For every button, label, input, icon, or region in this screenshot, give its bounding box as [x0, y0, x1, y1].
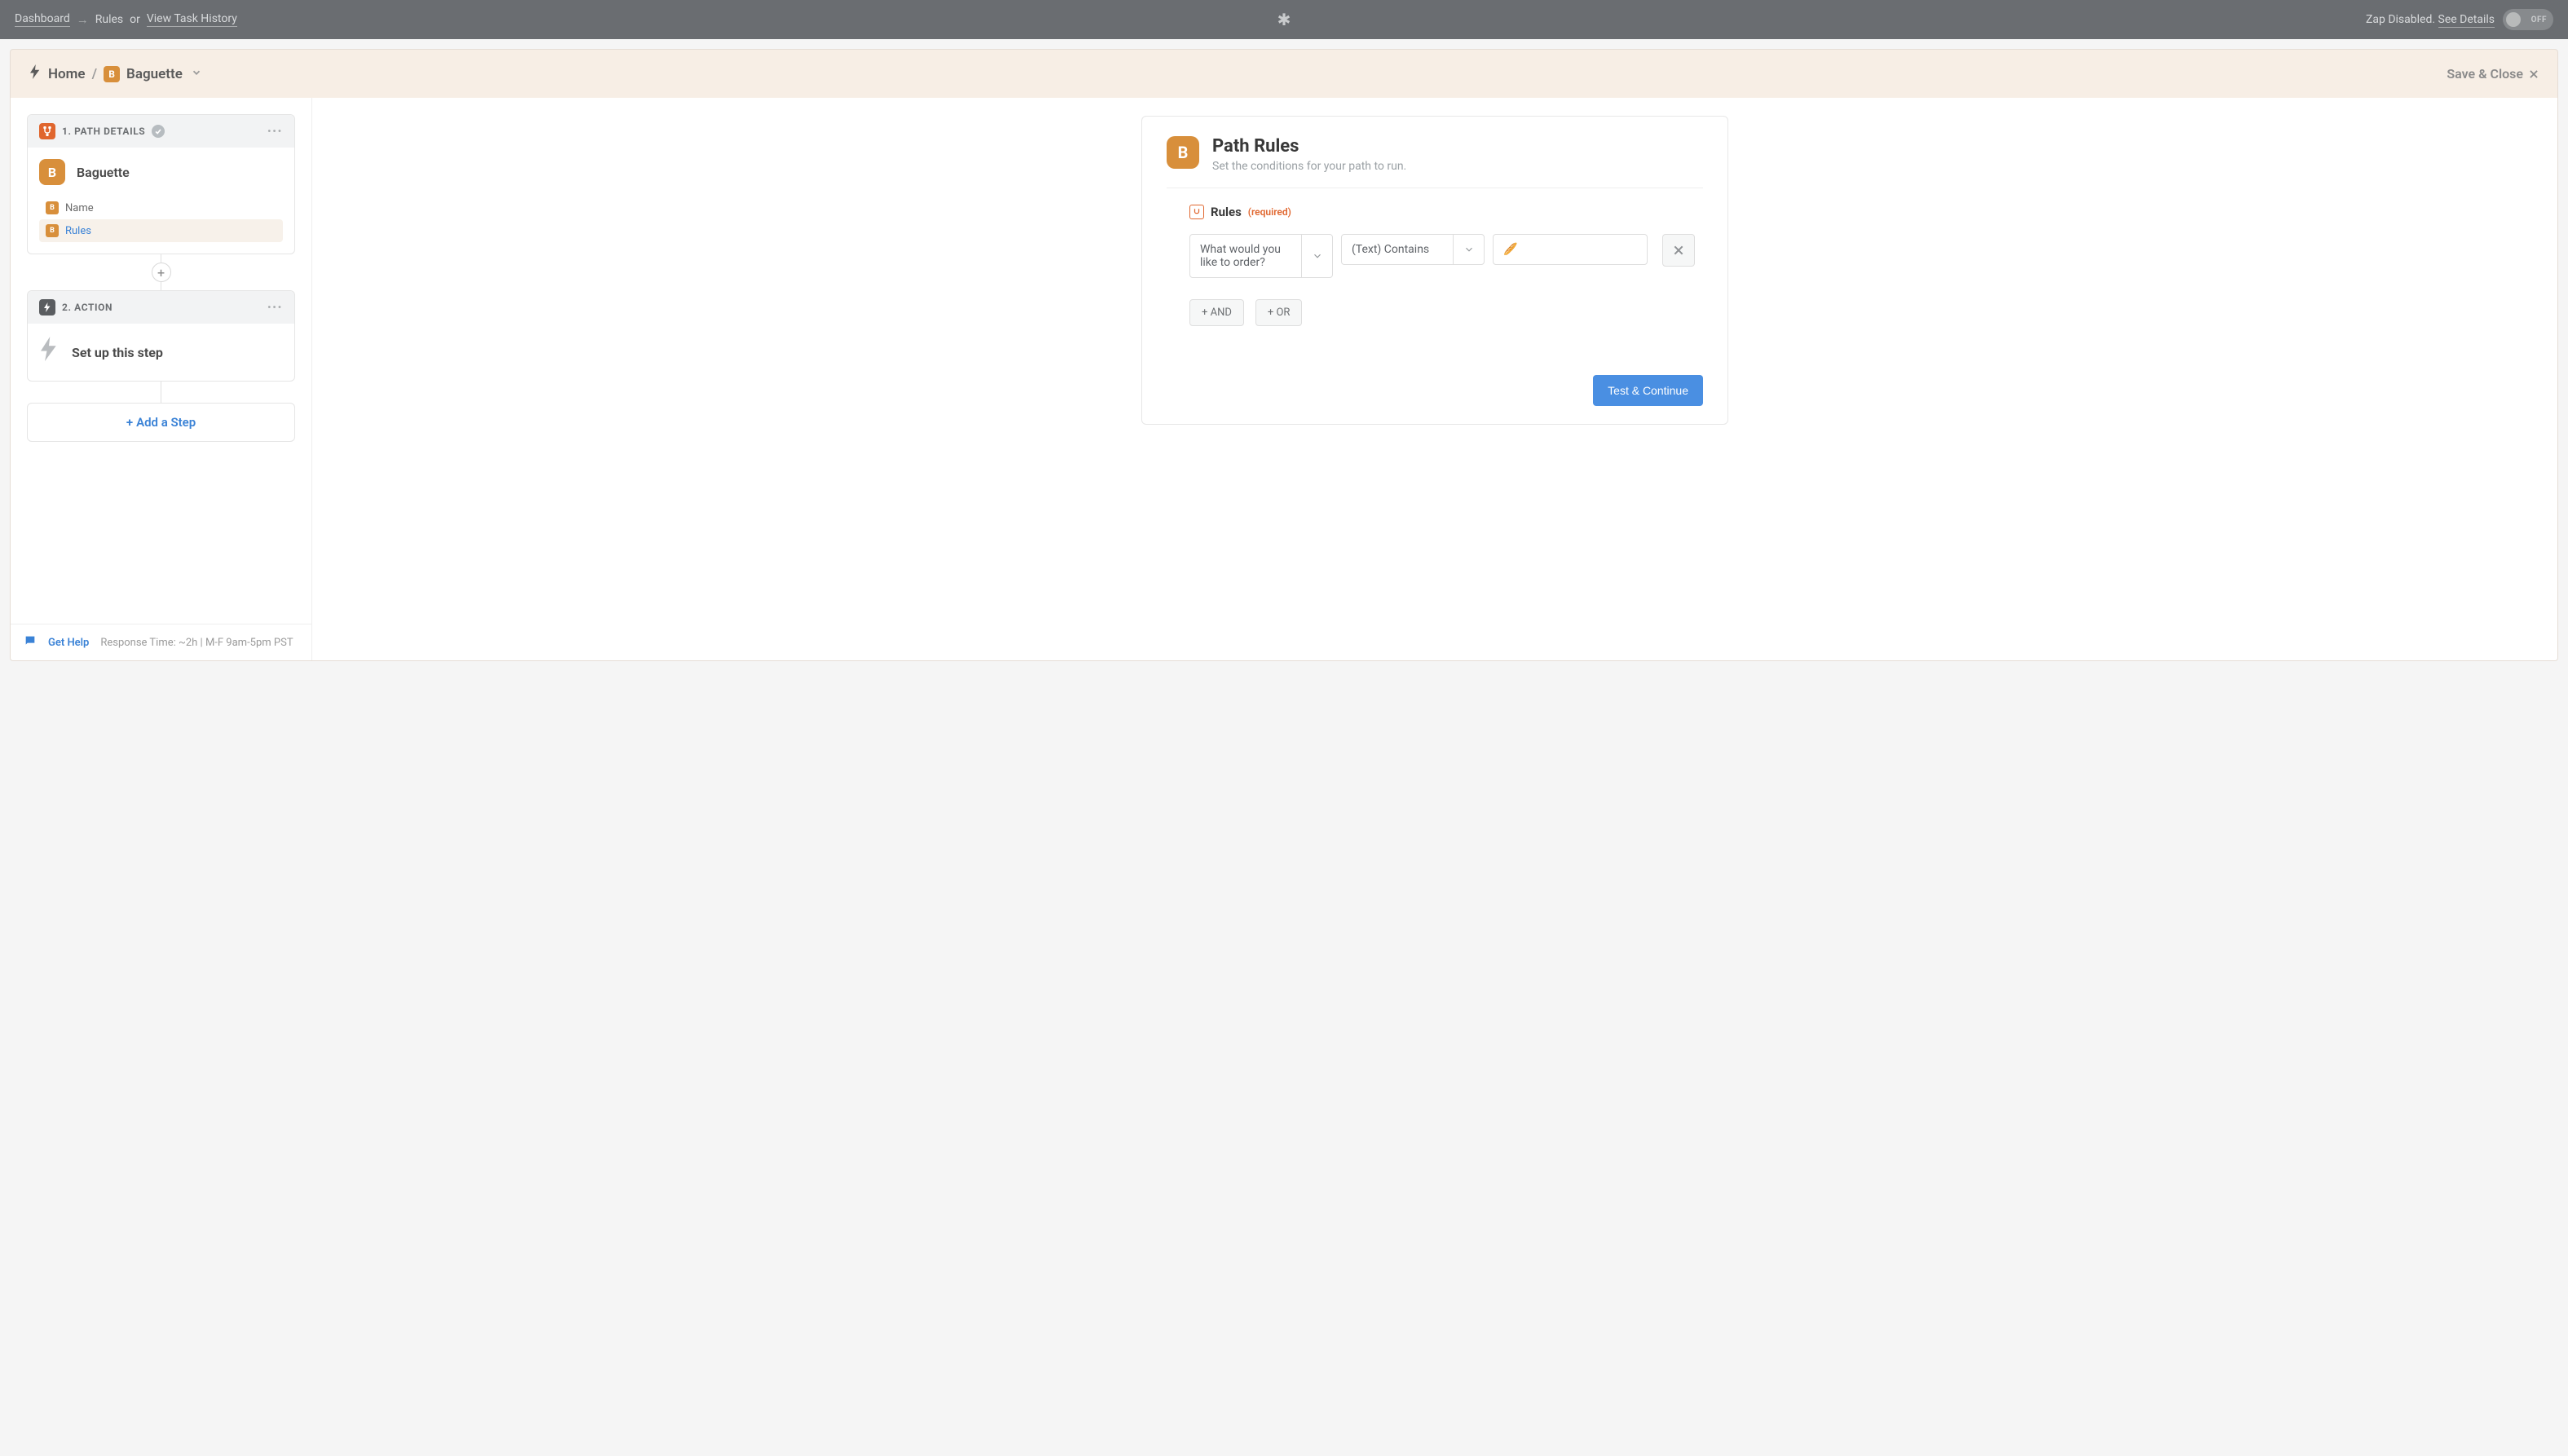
rule-condition-select[interactable]: (Text) Contains [1341, 234, 1485, 265]
breadcrumb-or: or [130, 13, 140, 26]
step-title: 1. PATH DETAILS [62, 126, 145, 137]
panel-header: B Path Rules Set the conditions for your… [1167, 136, 1703, 173]
step-path-details: 1. PATH DETAILS ••• B Baguette B [27, 114, 295, 254]
arrow-right-icon: → [77, 12, 89, 27]
rules-section-label: Rules (required) [1167, 205, 1703, 219]
logic-buttons: + AND + OR [1167, 299, 1703, 326]
bolt-icon [39, 299, 55, 315]
mini-badge: B [46, 224, 59, 237]
see-details-link[interactable]: See Details [2438, 13, 2495, 28]
path-substep-rules[interactable]: B Rules [39, 219, 283, 242]
rule-condition-value: (Text) Contains [1342, 235, 1453, 264]
get-help-link[interactable]: Get Help [48, 637, 89, 649]
sidebar: 1. PATH DETAILS ••• B Baguette B [11, 98, 312, 660]
test-continue-button[interactable]: Test & Continue [1593, 375, 1703, 406]
add-and-button[interactable]: + AND [1189, 299, 1244, 326]
mini-label: Name [65, 202, 94, 214]
path-badge: B [104, 66, 120, 82]
plus-icon: + [126, 415, 133, 430]
bolt-icon [39, 337, 59, 368]
sidebar-steps: 1. PATH DETAILS ••• B Baguette B [11, 98, 311, 624]
panel-subtitle: Set the conditions for your path to run. [1212, 160, 1406, 173]
toggle-label: OFF [2531, 15, 2547, 24]
path-b-badge: B [1167, 136, 1199, 169]
action-body[interactable]: Set up this step [28, 324, 294, 381]
rule-row: What would you like to order? (Text) Con… [1167, 234, 1703, 278]
step-action: 2. ACTION ••• Set up this step [27, 290, 295, 382]
topbar-right: Zap Disabled. See Details OFF [2366, 9, 2553, 30]
help-meta: Response Time: ~2h | M-F 9am-5pm PST [100, 637, 293, 649]
panel-title: Path Rules [1212, 136, 1406, 157]
mini-badge: B [46, 201, 59, 214]
add-step-button[interactable]: +Add a Step [27, 403, 295, 442]
chevron-down-icon[interactable] [1453, 235, 1484, 264]
chevron-down-icon[interactable] [1301, 235, 1332, 277]
path-name-row: B Baguette [39, 159, 283, 185]
path-icon [1189, 205, 1204, 219]
chat-icon [24, 634, 37, 651]
step-menu-icon[interactable]: ••• [267, 126, 283, 137]
add-or-button[interactable]: + OR [1255, 299, 1303, 326]
crumb-sep: / [92, 66, 97, 82]
breadcrumb-rules: Rules [95, 13, 123, 26]
help-bar: Get Help Response Time: ~2h | M-F 9am-5p… [11, 624, 311, 660]
editor-header: Home / B Baguette Save & Close [11, 50, 2557, 98]
close-icon [2528, 68, 2539, 80]
step-title: 2. ACTION [62, 302, 113, 313]
path-name[interactable]: Baguette [126, 66, 183, 82]
close-icon [1672, 244, 1685, 257]
insert-step-button[interactable]: + [152, 263, 171, 282]
rules-label: Rules [1211, 205, 1242, 219]
required-label: (required) [1248, 206, 1291, 218]
step-connector: + [27, 254, 295, 290]
dashboard-link[interactable]: Dashboard [15, 12, 70, 27]
breadcrumb: Home / B Baguette [29, 64, 202, 83]
editor-frame: Home / B Baguette Save & Close 1. PATH [10, 49, 2558, 661]
task-history-link[interactable]: View Task History [147, 12, 237, 27]
path-substep-name[interactable]: B Name [39, 196, 283, 219]
zap-enable-toggle[interactable]: OFF [2503, 9, 2553, 30]
toggle-knob [2506, 12, 2521, 27]
panel-footer: Test & Continue [1167, 375, 1703, 406]
top-bar: Dashboard → Rules or View Task History ✱… [0, 0, 2568, 39]
topbar-left: Dashboard → Rules or View Task History [15, 12, 237, 27]
main-area: B Path Rules Set the conditions for your… [312, 98, 2557, 660]
bolt-icon [29, 64, 42, 83]
step-connector [27, 382, 295, 403]
path-name-value: Baguette [77, 165, 130, 180]
rule-field-select[interactable]: What would you like to order? [1189, 234, 1333, 278]
rule-delete-button[interactable] [1662, 234, 1695, 267]
status-text: Zap Disabled. See Details [2366, 13, 2495, 26]
path-b-badge: B [39, 159, 65, 185]
check-circle-icon [152, 125, 165, 138]
step-menu-icon[interactable]: ••• [267, 302, 283, 313]
crumb-home[interactable]: Home [48, 66, 86, 82]
step-header[interactable]: 1. PATH DETAILS ••• [28, 115, 294, 148]
chevron-down-icon[interactable] [191, 67, 202, 82]
path-icon [39, 123, 55, 139]
path-rules-panel: B Path Rules Set the conditions for your… [1141, 116, 1728, 425]
mini-label: Rules [65, 225, 91, 237]
editor-body: 1. PATH DETAILS ••• B Baguette B [11, 98, 2557, 660]
save-close-button[interactable]: Save & Close [2447, 66, 2539, 82]
step-body: B Baguette B Name B Rules [28, 148, 294, 254]
step-header[interactable]: 2. ACTION ••• [28, 291, 294, 324]
rule-field-value: What would you like to order? [1190, 235, 1301, 277]
setup-step-label: Set up this step [72, 345, 163, 360]
rule-value-input[interactable]: 🥖 [1493, 234, 1648, 265]
zapier-logo-icon: ✱ [1277, 10, 1291, 29]
